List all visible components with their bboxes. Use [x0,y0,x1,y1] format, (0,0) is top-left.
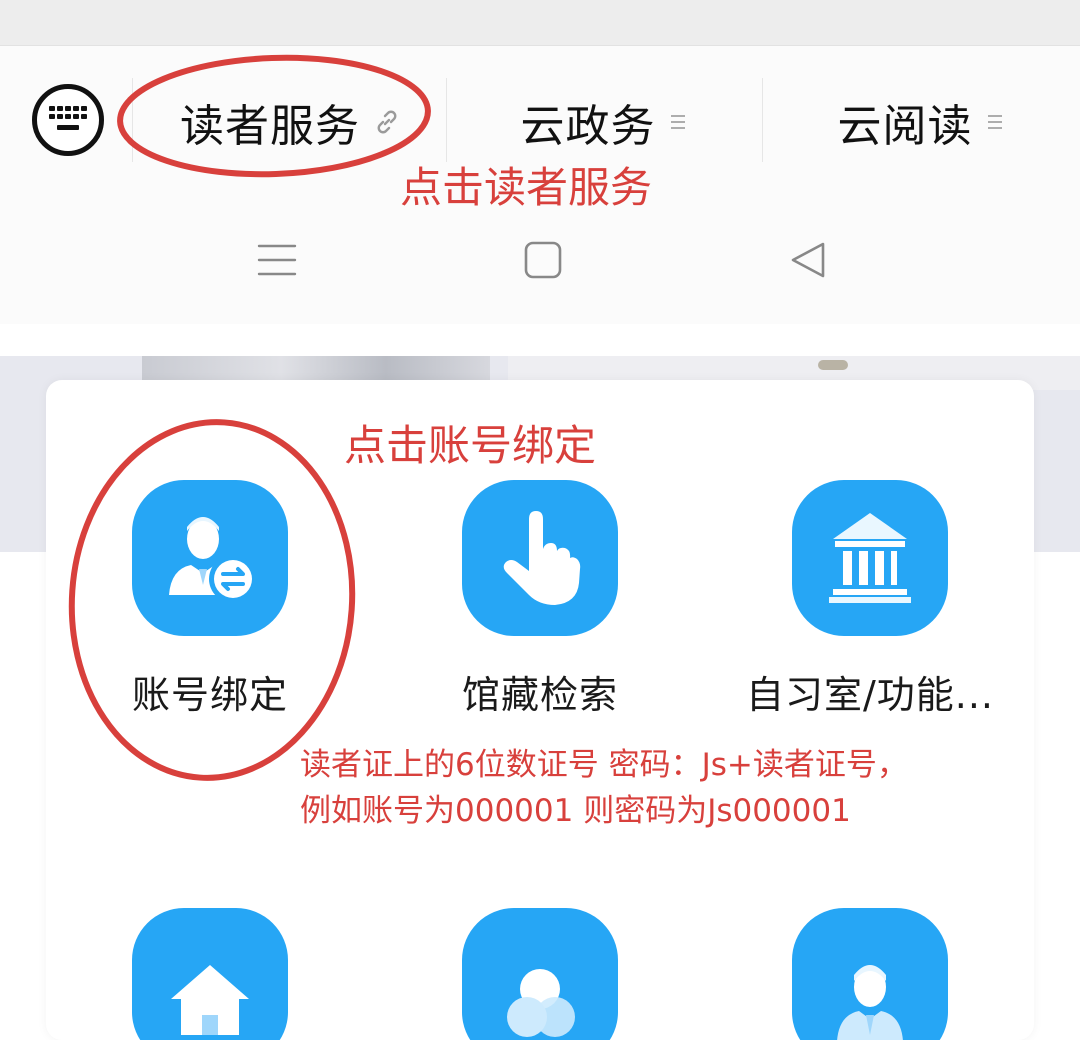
service-account-binding[interactable]: 账号绑定 [60,480,360,719]
menu-tab-cloud-gov[interactable]: 云政务 [448,90,758,154]
menu-tab-cloud-reading[interactable]: 云阅读 [765,90,1075,154]
keyboard-icon [49,106,87,130]
service-tile [792,480,948,636]
person-icon [837,965,903,1040]
menu-lines-icon [987,115,1002,129]
service-item[interactable] [60,908,360,1040]
top-strip [0,0,1080,46]
house-icon [171,965,249,1035]
service-label: 馆藏检索 [461,673,618,717]
menu-lines-icon [670,115,685,129]
back-icon[interactable] [788,240,828,280]
service-collection-search[interactable]: 馆藏检索 [390,480,690,719]
service-label: 账号绑定 [131,673,288,717]
annotation-step2: 点击账号绑定 [344,421,597,470]
service-tile [462,480,618,636]
home-icon[interactable] [523,240,563,280]
menu-tab-reader-services[interactable]: 读者服务 [140,90,440,154]
service-item[interactable] [720,908,1020,1040]
menu-tab-label: 云政务 [520,101,656,152]
service-tile [132,908,288,1040]
menu-divider [446,78,447,162]
tap-finger-icon [503,511,581,605]
keyboard-toggle-button[interactable] [32,84,104,156]
menu-tab-label: 云阅读 [837,101,973,152]
annotation-step1: 点击读者服务 [400,163,653,212]
circles-icon [507,969,575,1037]
service-tile [132,480,288,636]
service-item[interactable] [390,908,690,1040]
service-tile [792,908,948,1040]
service-tile [462,908,618,1040]
link-icon [377,110,397,134]
recent-apps-icon[interactable] [257,240,297,280]
menu-divider [762,78,763,162]
library-building-icon [829,513,911,603]
service-study-room[interactable]: 自习室/功能... [720,480,1020,719]
service-label: 自习室/功能... [745,673,995,717]
menu-divider [132,78,133,162]
annotation-note-line: 读者证上的6位数证号 密码：Js+读者证号， [300,747,908,783]
account-bind-icon [169,517,257,603]
annotation-note-line: 例如账号为000001 则密码为Js000001 [300,793,851,829]
menu-tab-label: 读者服务 [180,101,360,152]
annotation-note: 读者证上的6位数证号 密码：Js+读者证号， 例如账号为000001 则密码为J… [300,742,908,834]
section-gap [0,324,1080,356]
